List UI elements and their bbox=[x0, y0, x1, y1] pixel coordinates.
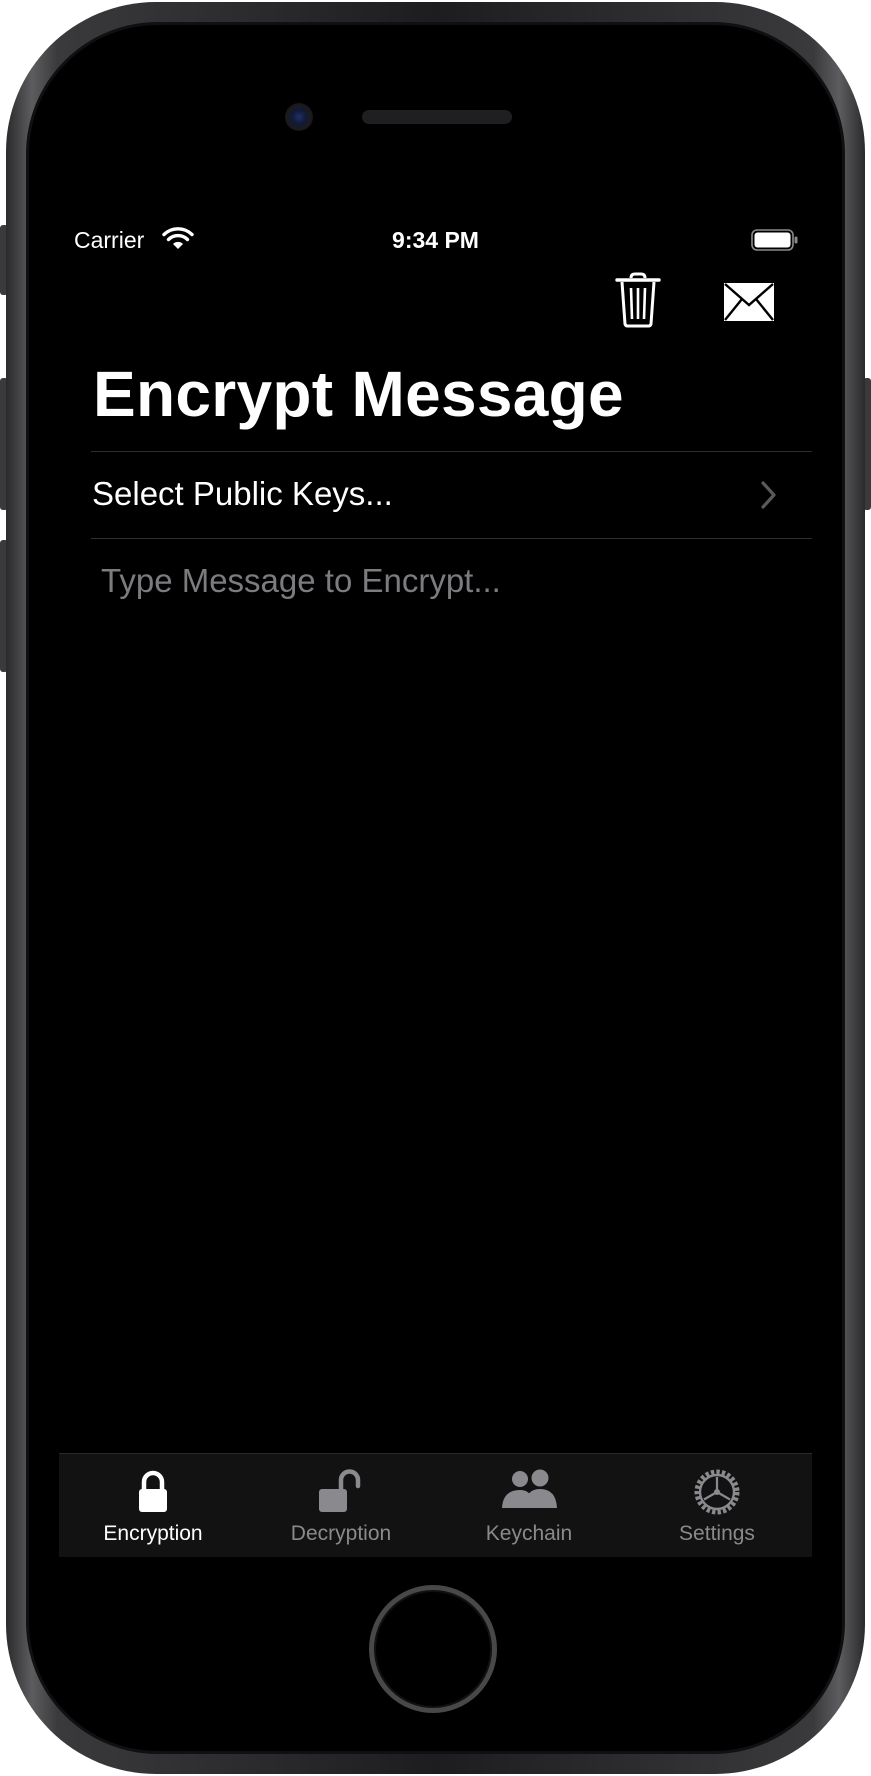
tab-label-decryption: Decryption bbox=[290, 1522, 392, 1545]
chevron-right-icon bbox=[761, 481, 776, 509]
tab-label-encryption: Encryption bbox=[103, 1522, 203, 1545]
select-public-keys-row[interactable]: Select Public Keys... bbox=[59, 452, 812, 538]
navigation-bar-buttons bbox=[59, 272, 812, 332]
tab-encryption[interactable]: Encryption bbox=[59, 1454, 247, 1557]
tab-bar: Encryption Decryption Keychain Settings bbox=[59, 1453, 812, 1557]
status-bar: Carrier 9:34 PM bbox=[59, 217, 812, 267]
message-input[interactable] bbox=[101, 562, 781, 1262]
tab-settings[interactable]: Settings bbox=[623, 1454, 811, 1557]
status-time: 9:34 PM bbox=[392, 227, 479, 253]
envelope-icon[interactable] bbox=[723, 282, 775, 322]
lock-closed-icon bbox=[139, 1470, 167, 1512]
tab-label-settings: Settings bbox=[679, 1522, 755, 1545]
tab-label-keychain: Keychain bbox=[485, 1522, 573, 1545]
home-button[interactable] bbox=[369, 1585, 497, 1713]
battery-icon bbox=[751, 229, 798, 251]
front-camera bbox=[285, 103, 313, 131]
gear-icon bbox=[694, 1469, 740, 1515]
trash-icon[interactable] bbox=[614, 272, 662, 328]
device-mockup: Carrier 9:34 PM Encrypt Message Select P… bbox=[0, 0, 871, 1776]
divider-bottom bbox=[91, 538, 812, 539]
page-title: Encrypt Message bbox=[93, 358, 624, 430]
tab-keychain[interactable]: Keychain bbox=[435, 1454, 623, 1557]
app-screen: Carrier 9:34 PM Encrypt Message Select P… bbox=[59, 217, 812, 1557]
select-public-keys-label: Select Public Keys... bbox=[92, 475, 393, 512]
tab-decryption[interactable]: Decryption bbox=[247, 1454, 435, 1557]
earpiece-speaker bbox=[362, 110, 512, 124]
lock-open-icon bbox=[319, 1469, 361, 1512]
people-icon bbox=[502, 1469, 557, 1508]
